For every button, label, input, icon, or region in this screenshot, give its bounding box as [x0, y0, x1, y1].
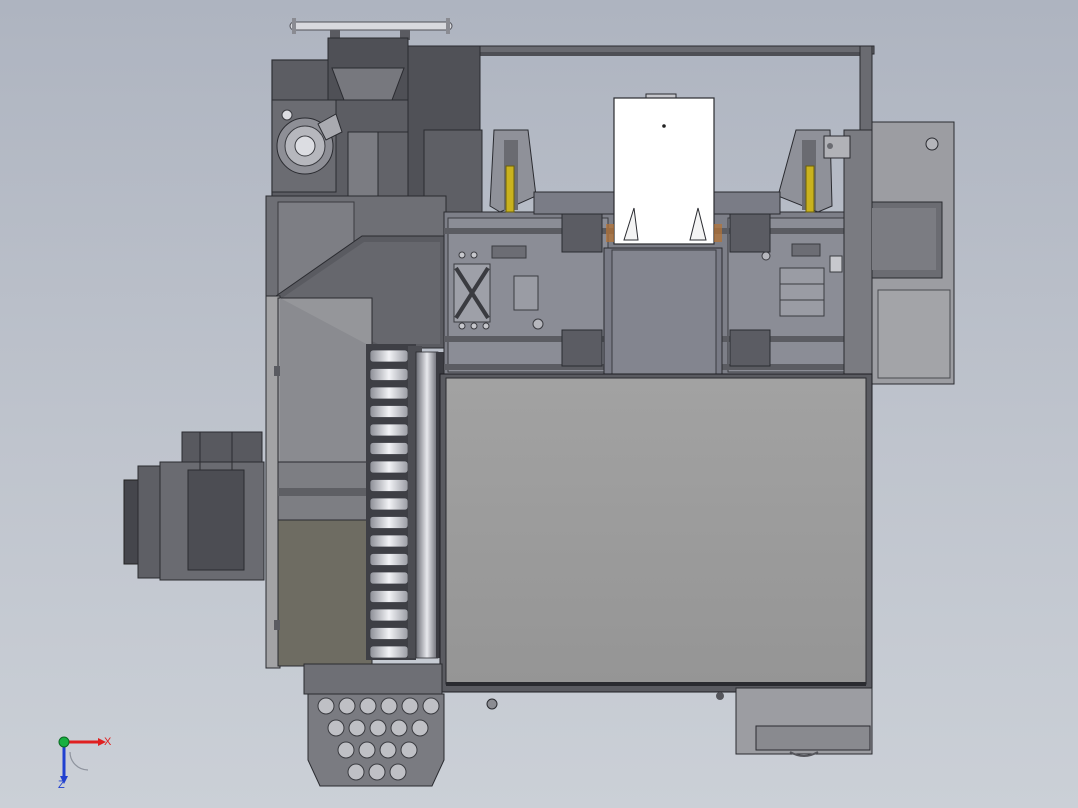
coordinate-triad: X Z [58, 736, 112, 791]
sprocket-teeth [369, 349, 409, 659]
left-housing [265, 295, 373, 669]
z-axis-label: Z [58, 779, 65, 791]
grill-hole [380, 697, 398, 715]
sprocket-tooth [369, 571, 409, 585]
grill-hole [422, 697, 440, 715]
grill-hole [369, 719, 387, 737]
grill-hole [347, 763, 365, 781]
right-side-unit [823, 121, 955, 385]
grill-hole [390, 719, 408, 737]
sprocket-tooth [369, 442, 409, 455]
sprocket-tooth [369, 368, 409, 381]
grill-hole [317, 697, 335, 715]
sprocket-tooth [369, 479, 409, 492]
bottom-right-bracket [486, 687, 873, 757]
y-axis-dot [58, 736, 70, 748]
sprocket-tooth [369, 590, 409, 603]
cross-brace-icon [453, 263, 491, 323]
sprocket-tooth [369, 423, 409, 437]
sprocket-tooth [369, 497, 409, 511]
sprocket-tooth [369, 516, 409, 529]
base-panel [445, 377, 867, 685]
x-axis-label: X [104, 736, 112, 748]
sprocket-tooth [369, 386, 409, 400]
vent-grill [303, 663, 445, 787]
sprocket-tooth [369, 460, 409, 474]
top-handle [289, 18, 453, 40]
sprocket-wheel [366, 344, 444, 660]
sprocket-tooth [369, 627, 409, 640]
sprocket-tooth [369, 553, 409, 566]
grill-hole [401, 697, 419, 715]
sprocket-tooth [369, 349, 409, 363]
grill-hole [359, 697, 377, 715]
grill-hole [327, 719, 345, 737]
grill-hole [358, 741, 376, 759]
grill-hole [400, 741, 418, 759]
sprocket-tooth [369, 608, 409, 622]
dispensing-head [606, 93, 722, 245]
grill-hole [379, 741, 397, 759]
sprocket-tooth [369, 534, 409, 548]
sprocket-tooth [369, 405, 409, 418]
grill-hole [368, 763, 386, 781]
grill-hole [348, 719, 366, 737]
grill-hole [338, 697, 356, 715]
grill-hole [389, 763, 407, 781]
guide-rail-left [489, 129, 537, 213]
cad-viewport[interactable]: X Z [0, 0, 1078, 808]
grill-hole [337, 741, 355, 759]
sprocket-tooth [369, 645, 409, 659]
grill-hole [411, 719, 429, 737]
side-motor [123, 431, 265, 581]
